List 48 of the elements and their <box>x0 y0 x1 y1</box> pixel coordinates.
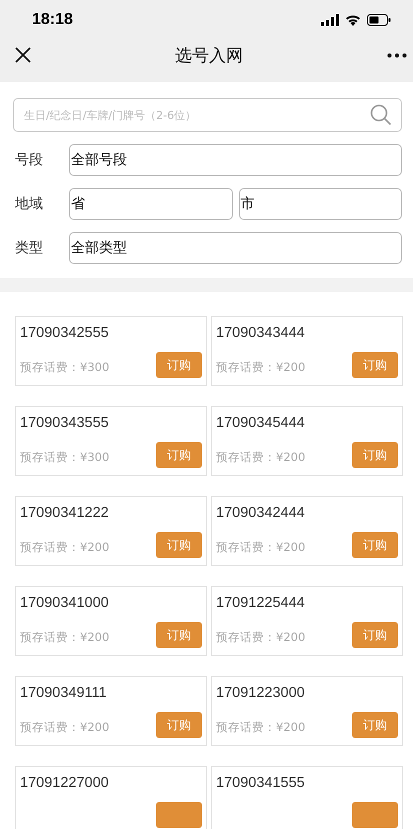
close-icon[interactable] <box>15 47 31 63</box>
select-field[interactable]: 市 <box>238 188 402 220</box>
page-title: 选号入网 <box>175 44 243 66</box>
select-field[interactable]: 省 <box>69 188 232 220</box>
prepaid-fee: 预存话费：¥200 <box>216 450 306 465</box>
search-icon[interactable] <box>370 104 392 126</box>
order-button[interactable]: 订购 <box>352 352 398 378</box>
order-button[interactable]: 订购 <box>156 442 202 468</box>
phone-number: 17090343555 <box>20 415 110 431</box>
signal-icon <box>321 14 339 26</box>
wifi-icon <box>345 14 361 26</box>
order-button[interactable]: 订购 <box>352 442 398 468</box>
order-button[interactable]: 订购 <box>156 622 202 648</box>
order-button[interactable]: 订购 <box>156 352 202 378</box>
prepaid-fee: 预存话费：¥200 <box>20 630 110 645</box>
prepaid-fee: 预存话费：¥200 <box>216 720 306 735</box>
phone-number: 17090341555 <box>216 775 306 791</box>
select-field[interactable]: 全部号段 <box>69 144 402 176</box>
phone-number: 17090349111 <box>20 685 108 701</box>
order-button[interactable]: 订购 <box>156 712 202 738</box>
order-button[interactable]: 订购 <box>156 532 202 558</box>
prepaid-fee: 预存话费：¥200 <box>216 360 306 375</box>
prepaid-fee: 预存话费：¥300 <box>20 450 110 465</box>
filter-label: 地域 <box>14 195 44 213</box>
prepaid-fee: 预存话费：¥300 <box>20 360 110 375</box>
phone-number: 17090342444 <box>216 505 306 521</box>
select-field[interactable]: 全部类型 <box>69 232 402 264</box>
phone-number: 17091223000 <box>216 685 306 701</box>
phone-number: 17090342555 <box>20 325 110 341</box>
order-button[interactable]: 订购 <box>352 532 398 558</box>
more-icon[interactable] <box>387 52 407 58</box>
phone-number: 17091227000 <box>20 775 110 791</box>
filter-label: 类型 <box>14 239 44 257</box>
phone-number: 17090345444 <box>216 415 306 431</box>
search-field[interactable]: 生日/纪念日/车牌/门牌号（2-6位） <box>13 98 402 132</box>
filter-label: 号段 <box>14 151 44 169</box>
order-button[interactable]: 订购 <box>352 622 398 648</box>
prepaid-fee: 预存话费：¥200 <box>20 720 110 735</box>
battery-icon <box>367 14 391 26</box>
phone-number: 17090343444 <box>216 325 306 341</box>
phone-number: 17090341222 <box>20 505 110 521</box>
phone-number: 17091225444 <box>216 595 306 611</box>
status-time: 18:18 <box>32 11 73 29</box>
prepaid-fee: 预存话费：¥200 <box>20 540 110 555</box>
prepaid-fee: 预存话费：¥200 <box>216 630 306 645</box>
phone-number: 17090341000 <box>20 595 110 611</box>
prepaid-fee: 预存话费：¥200 <box>216 540 306 555</box>
order-button[interactable]: 订购 <box>352 712 398 738</box>
